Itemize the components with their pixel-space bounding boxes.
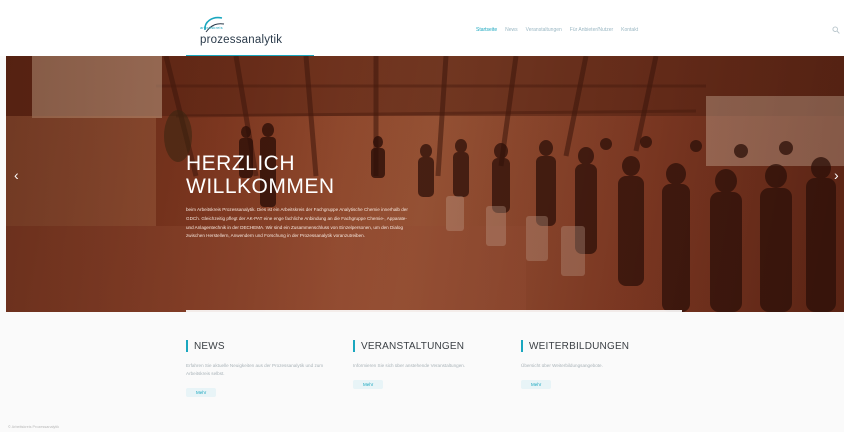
column-veranstaltungen-more-button[interactable]: Mehr [353,380,384,389]
column-news: NEWS Erfahren Sie aktuelle Neuigkeiten a… [186,340,342,399]
hero-title-line-2: WILLKOMMEN [186,175,335,198]
hero-overlay [6,56,844,312]
nav-item-anbieter[interactable]: Für Anbieter/Nutzer [570,27,613,33]
logo-title: prozessanalytik [200,34,283,46]
column-accent-bar [186,340,188,352]
nav-item-news[interactable]: News [505,27,518,33]
column-news-more-button[interactable]: Mehr [186,388,217,397]
nav-item-kontakt[interactable]: Kontakt [621,27,638,33]
search-icon[interactable] [832,26,840,34]
column-veranstaltungen: VERANSTALTUNGEN Informieren Sie sich übe… [353,340,509,391]
column-weiterbildungen: WEITERBILDUNGEN Übersicht über Weiterbil… [521,340,677,391]
column-veranstaltungen-header: VERANSTALTUNGEN [353,340,509,352]
footer-copyright: © Arbeitskreis Prozessanalytik [8,425,60,429]
column-weiterbildungen-more-button[interactable]: Mehr [521,380,552,389]
column-accent-bar [353,340,355,352]
hero-slider: HERZLICH WILLKOMMEN beim Arbeitskreis Pr… [6,56,844,312]
page: arbeitskreis prozessanalytik Startseite … [0,0,844,432]
hero-title-line-1: HERZLICH [186,152,296,175]
column-veranstaltungen-text: Informieren Sie sich über anstehende Ver… [353,363,466,368]
slider-prev-arrow-icon[interactable]: ‹ [14,168,19,182]
column-veranstaltungen-title[interactable]: VERANSTALTUNGEN [361,341,464,352]
site-logo[interactable]: arbeitskreis prozessanalytik [186,12,314,58]
column-weiterbildungen-title[interactable]: WEITERBILDUNGEN [529,341,629,352]
column-accent-bar [521,340,523,352]
logo-subtitle: arbeitskreis [200,25,223,30]
column-weiterbildungen-header: WEITERBILDUNGEN [521,340,677,352]
hero-description: beim Arbeitskreis Prozessanalytik. Dies … [186,207,408,239]
column-news-text: Erfahren Sie aktuelle Neuigkeiten aus de… [186,363,324,376]
column-news-header: NEWS [186,340,342,352]
nav-item-startseite[interactable]: Startseite [476,27,497,33]
slider-next-arrow-icon[interactable]: › [834,168,839,182]
column-news-title[interactable]: NEWS [194,341,225,352]
hero-title: HERZLICH WILLKOMMEN [186,152,335,198]
site-header: arbeitskreis prozessanalytik Startseite … [0,0,844,58]
column-weiterbildungen-text: Übersicht über Weiterbildungsangebote. [521,363,603,368]
main-nav: Startseite News Veranstaltungen Für Anbi… [476,27,638,33]
hero-divider [186,310,682,312]
nav-item-veranstaltungen[interactable]: Veranstaltungen [526,27,562,33]
